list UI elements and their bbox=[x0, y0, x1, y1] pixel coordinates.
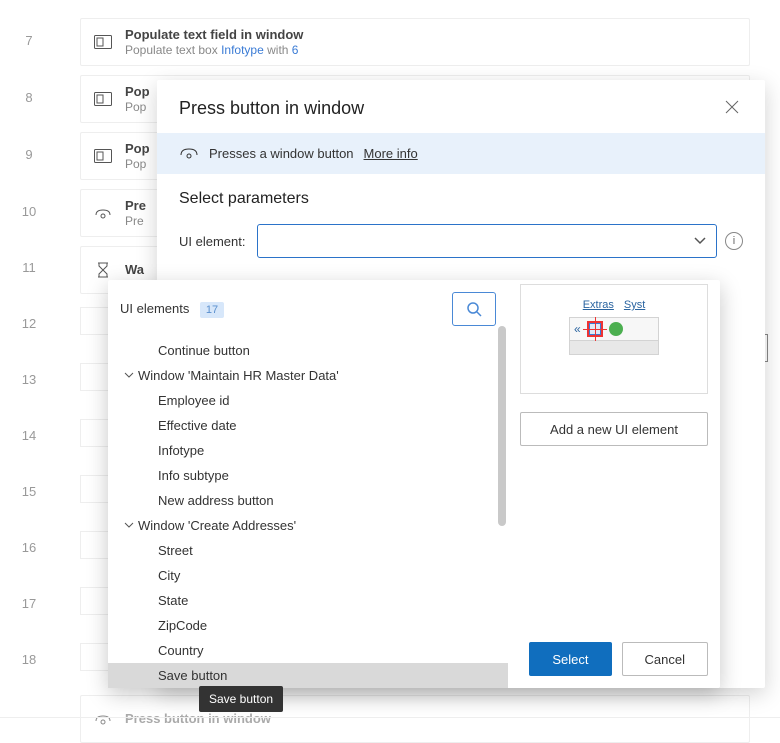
tree-item[interactable]: State bbox=[108, 588, 508, 613]
step-number: 18 bbox=[0, 652, 58, 667]
flow-title: Populate text field in window bbox=[125, 27, 303, 43]
flow-subtitle: Pop bbox=[125, 100, 150, 114]
ui-element-picker: UI elements 17 Continue button Window 'M… bbox=[108, 280, 720, 688]
save-icon-highlighted bbox=[587, 321, 603, 337]
select-button[interactable]: Select bbox=[529, 642, 611, 676]
flow-step[interactable]: Populate text field in window Populate t… bbox=[80, 18, 750, 66]
textbox-icon bbox=[93, 146, 113, 166]
tree-item[interactable]: Employee id bbox=[108, 388, 508, 413]
flow-title: Wa bbox=[125, 262, 144, 278]
tree-group[interactable]: Window 'Maintain HR Master Data' bbox=[108, 363, 508, 388]
tree-item[interactable]: New address button bbox=[108, 488, 508, 513]
tree-group[interactable]: Window 'Create Addresses' bbox=[108, 513, 508, 538]
step-number: 15 bbox=[0, 484, 58, 499]
flow-subtitle: Pop bbox=[125, 157, 150, 171]
ui-element-dropdown[interactable] bbox=[257, 224, 717, 258]
dialog-title: Press button in window bbox=[179, 98, 364, 119]
section-heading: Select parameters bbox=[179, 190, 743, 208]
step-number: 14 bbox=[0, 428, 58, 443]
globe-icon bbox=[609, 322, 623, 336]
info-text: Presses a window button bbox=[209, 146, 354, 161]
step-number: 9 bbox=[0, 147, 58, 162]
textbox-icon bbox=[93, 89, 113, 109]
info-icon[interactable]: i bbox=[725, 232, 743, 250]
tree-item[interactable]: Country bbox=[108, 638, 508, 663]
tree-item[interactable]: Continue button bbox=[108, 338, 508, 363]
step-number: 7 bbox=[0, 33, 58, 48]
element-count-badge: 17 bbox=[200, 302, 224, 318]
element-tree: Continue button Window 'Maintain HR Mast… bbox=[108, 334, 508, 688]
tree-item[interactable]: City bbox=[108, 563, 508, 588]
flow-title: Pre bbox=[125, 198, 146, 214]
picker-heading: UI elements bbox=[120, 301, 189, 316]
press-icon bbox=[93, 203, 113, 223]
tree-item[interactable]: ZipCode bbox=[108, 613, 508, 638]
add-ui-element-button[interactable]: Add a new UI element bbox=[520, 412, 708, 446]
tree-item-selected[interactable]: Save button bbox=[108, 663, 508, 688]
step-number: 12 bbox=[0, 316, 58, 331]
scrollbar[interactable] bbox=[498, 326, 506, 682]
cancel-button[interactable]: Cancel bbox=[622, 642, 708, 676]
preview-menu-item: Syst bbox=[624, 299, 645, 311]
flow-title: Pop bbox=[125, 141, 150, 157]
chevron-down-icon bbox=[694, 232, 706, 250]
tooltip: Save button bbox=[199, 686, 283, 712]
step-number: 17 bbox=[0, 596, 58, 611]
chevron-down-icon bbox=[120, 522, 138, 529]
more-info-link[interactable]: More info bbox=[364, 146, 418, 161]
preview-menu-item: Extras bbox=[583, 299, 614, 311]
step-number: 16 bbox=[0, 540, 58, 555]
preview-bar bbox=[569, 341, 659, 355]
tree-item[interactable]: Info subtype bbox=[108, 463, 508, 488]
close-button[interactable] bbox=[725, 100, 743, 118]
chevron-left-icon: « bbox=[574, 322, 581, 336]
textbox-icon bbox=[93, 32, 113, 52]
tree-item[interactable]: Infotype bbox=[108, 438, 508, 463]
wait-icon bbox=[93, 260, 113, 280]
tree-item[interactable]: Effective date bbox=[108, 413, 508, 438]
flow-subtitle: Populate text box Infotype with 6 bbox=[125, 43, 303, 57]
chevron-down-icon bbox=[120, 372, 138, 379]
step-number: 13 bbox=[0, 372, 58, 387]
step-number: 10 bbox=[0, 204, 58, 219]
element-preview: Extras Syst « bbox=[520, 284, 708, 394]
press-icon bbox=[179, 145, 199, 162]
step-number: 11 bbox=[0, 260, 58, 275]
tree-item[interactable]: Street bbox=[108, 538, 508, 563]
info-banner: Presses a window button More info bbox=[157, 133, 765, 174]
step-number: 8 bbox=[0, 90, 58, 105]
flow-subtitle: Pre bbox=[125, 214, 146, 228]
search-icon bbox=[466, 301, 482, 317]
search-button[interactable] bbox=[452, 292, 496, 326]
field-label: UI element: bbox=[179, 234, 249, 249]
bottom-divider bbox=[0, 717, 780, 729]
flow-title: Pop bbox=[125, 84, 150, 100]
